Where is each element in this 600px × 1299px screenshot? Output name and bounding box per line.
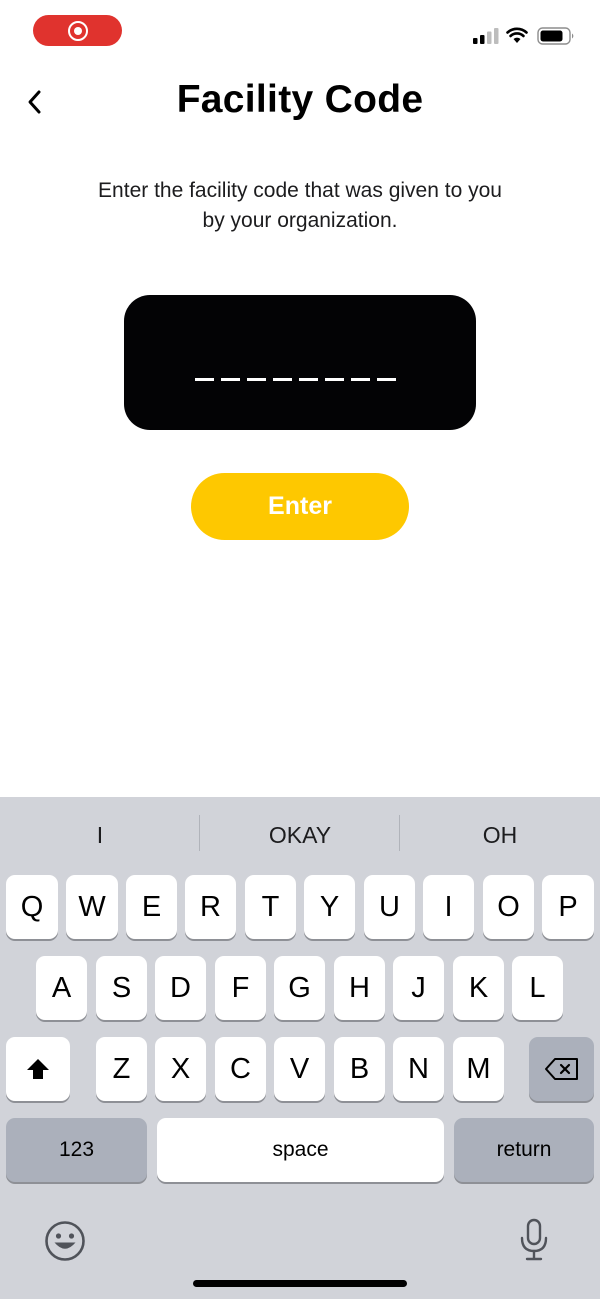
space-key[interactable]: space: [157, 1118, 444, 1182]
key-x[interactable]: X: [155, 1037, 206, 1101]
microphone-icon[interactable]: [518, 1218, 550, 1262]
suggestion-bar: I OKAY OH: [0, 797, 600, 873]
key-s[interactable]: S: [96, 956, 147, 1020]
key-n[interactable]: N: [393, 1037, 444, 1101]
key-u[interactable]: U: [364, 875, 415, 939]
suggestion-item[interactable]: I: [0, 815, 200, 855]
code-digit-slot: [247, 378, 266, 381]
signal-icon: [473, 28, 499, 44]
keyboard: I OKAY OH Q W E R T Y U I O P A S D F G …: [0, 797, 600, 1299]
facility-code-input[interactable]: [124, 295, 476, 430]
instructions-text: Enter the facility code that was given t…: [98, 179, 502, 232]
key-b[interactable]: B: [334, 1037, 385, 1101]
key-o[interactable]: O: [483, 875, 534, 939]
page-title: Facility Code: [176, 78, 424, 121]
key-h[interactable]: H: [334, 956, 385, 1020]
code-digit-slot: [299, 378, 318, 381]
screen-recording-indicator[interactable]: [33, 15, 122, 46]
key-i[interactable]: I: [423, 875, 474, 939]
key-r[interactable]: R: [185, 875, 236, 939]
backspace-icon: [544, 1058, 578, 1080]
delete-key[interactable]: [529, 1037, 594, 1101]
key-d[interactable]: D: [155, 956, 206, 1020]
emoji-icon[interactable]: [44, 1220, 86, 1262]
code-digit-slot: [377, 378, 396, 381]
status-bar: [0, 0, 600, 64]
code-digit-slot: [351, 378, 370, 381]
return-key[interactable]: return: [454, 1118, 594, 1182]
key-f[interactable]: F: [215, 956, 266, 1020]
enter-button[interactable]: Enter: [191, 473, 409, 540]
key-y[interactable]: Y: [304, 875, 355, 939]
code-digit-slot: [325, 378, 344, 381]
key-q[interactable]: Q: [6, 875, 58, 939]
home-indicator[interactable]: [193, 1280, 407, 1287]
numbers-key[interactable]: 123: [6, 1118, 147, 1182]
wifi-icon: [506, 27, 528, 43]
code-digit-slot: [273, 378, 292, 381]
code-placeholder-dashes: [195, 378, 396, 381]
code-digit-slot: [195, 378, 214, 381]
code-digit-slot: [221, 378, 240, 381]
battery-icon: [537, 27, 574, 45]
key-p[interactable]: P: [542, 875, 594, 939]
shift-arrow-icon: [27, 1059, 49, 1079]
key-m[interactable]: M: [453, 1037, 504, 1101]
key-e[interactable]: E: [126, 875, 177, 939]
key-w[interactable]: W: [66, 875, 118, 939]
key-g[interactable]: G: [274, 956, 325, 1020]
key-k[interactable]: K: [453, 956, 504, 1020]
suggestion-item[interactable]: OKAY: [200, 815, 400, 855]
suggestion-item[interactable]: OH: [400, 815, 600, 855]
key-l[interactable]: L: [512, 956, 563, 1020]
key-a[interactable]: A: [36, 956, 87, 1020]
key-v[interactable]: V: [274, 1037, 325, 1101]
key-c[interactable]: C: [215, 1037, 266, 1101]
record-icon: [67, 20, 88, 41]
key-z[interactable]: Z: [96, 1037, 147, 1101]
shift-key[interactable]: [6, 1037, 70, 1101]
key-j[interactable]: J: [393, 956, 444, 1020]
key-t[interactable]: T: [245, 875, 296, 939]
